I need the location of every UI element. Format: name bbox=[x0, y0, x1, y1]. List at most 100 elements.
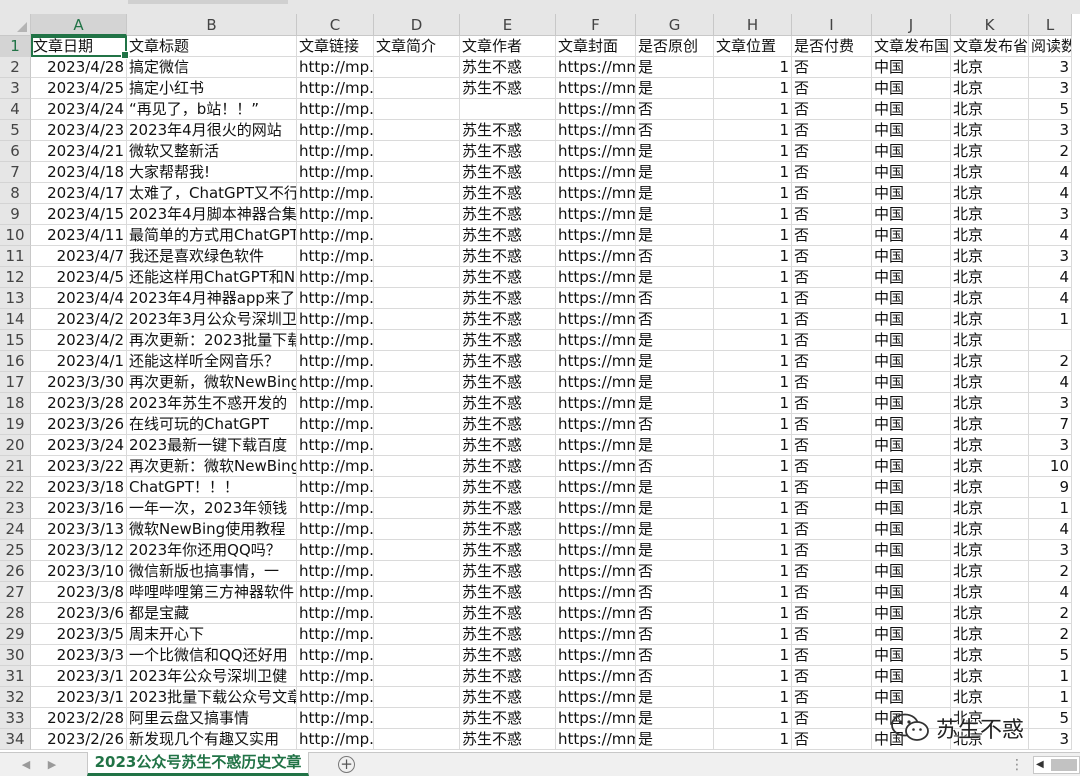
table-cell[interactable]: http://mp.weixin.qq.com bbox=[297, 708, 374, 729]
table-cell[interactable]: 1 bbox=[714, 57, 792, 78]
table-cell[interactable]: 2023/3/1 bbox=[31, 687, 127, 708]
row-header[interactable]: 27 bbox=[0, 582, 31, 603]
table-cell[interactable]: 否 bbox=[792, 666, 872, 687]
table-cell[interactable]: 否 bbox=[792, 309, 872, 330]
row-header[interactable]: 26 bbox=[0, 561, 31, 582]
table-cell[interactable]: http://mp.weixin.qq.com/s?__biz=M bbox=[297, 99, 374, 120]
table-cell[interactable]: 2023/4/25 bbox=[31, 78, 127, 99]
table-cell[interactable]: “再见了，b站！！” bbox=[127, 99, 297, 120]
table-cell[interactable]: 1 bbox=[714, 582, 792, 603]
table-cell[interactable]: http://mp.weixin.qq.com bbox=[297, 519, 374, 540]
table-cell[interactable]: 否 bbox=[636, 414, 714, 435]
table-cell[interactable]: 中国 bbox=[872, 561, 951, 582]
table-cell[interactable]: 否 bbox=[792, 645, 872, 666]
table-cell[interactable]: 2023最新一键下载百度 bbox=[127, 435, 297, 456]
table-cell[interactable]: http://mp.weixin.qq.com bbox=[297, 78, 374, 99]
table-cell[interactable]: 苏生不惑 bbox=[460, 309, 556, 330]
row-header[interactable]: 7 bbox=[0, 162, 31, 183]
sheet-tab-active[interactable]: 2023公众号苏生不惑历史文章 bbox=[87, 752, 309, 776]
table-cell[interactable]: 1 bbox=[714, 624, 792, 645]
table-cell[interactable]: http://mp.weixin.qq.com bbox=[297, 372, 374, 393]
table-cell[interactable]: 是 bbox=[636, 141, 714, 162]
table-cell[interactable]: 2023/4/7 bbox=[31, 246, 127, 267]
table-cell[interactable]: 3 bbox=[1029, 729, 1072, 750]
row-header[interactable]: 34 bbox=[0, 729, 31, 750]
table-cell[interactable]: http://mp.weixin.qq.com bbox=[297, 645, 374, 666]
table-cell[interactable]: 苏生不惑 bbox=[460, 498, 556, 519]
header-cell[interactable]: 文章作者 bbox=[460, 36, 556, 57]
table-cell[interactable]: 北京 bbox=[951, 120, 1029, 141]
table-cell[interactable]: 1 bbox=[714, 204, 792, 225]
header-cell[interactable]: 文章封面 bbox=[556, 36, 636, 57]
table-cell[interactable]: 是 bbox=[636, 183, 714, 204]
table-cell[interactable]: 中国 bbox=[872, 162, 951, 183]
table-cell[interactable]: 1 bbox=[714, 183, 792, 204]
table-cell[interactable]: 2023/4/2 bbox=[31, 309, 127, 330]
header-cell[interactable]: 文章简介 bbox=[374, 36, 460, 57]
table-cell[interactable]: http://mp.weixin.qq.com bbox=[297, 561, 374, 582]
table-cell[interactable]: 中国 bbox=[872, 456, 951, 477]
table-cell[interactable]: 2023/3/18 bbox=[31, 477, 127, 498]
table-cell[interactable]: 苏生不惑 bbox=[460, 666, 556, 687]
table-cell[interactable]: 北京 bbox=[951, 246, 1029, 267]
table-cell[interactable]: 1 bbox=[714, 708, 792, 729]
table-cell[interactable]: 2 bbox=[1029, 624, 1072, 645]
table-cell[interactable]: 苏生不惑 bbox=[460, 162, 556, 183]
row-header[interactable]: 16 bbox=[0, 351, 31, 372]
table-cell[interactable]: 苏生不惑 bbox=[460, 183, 556, 204]
table-cell[interactable]: https://mmbiz bbox=[556, 288, 636, 309]
table-cell[interactable]: 2023/4/15 bbox=[31, 204, 127, 225]
table-cell[interactable]: 2023年你还用QQ吗？ bbox=[127, 540, 297, 561]
table-cell[interactable]: 否 bbox=[792, 78, 872, 99]
table-cell[interactable]: 2023年4月脚本神器合集 bbox=[127, 204, 297, 225]
table-cell[interactable]: 中国 bbox=[872, 330, 951, 351]
table-cell[interactable] bbox=[374, 519, 460, 540]
next-sheet-icon[interactable]: ▶ bbox=[44, 757, 60, 773]
table-cell[interactable]: 2023/4/2 bbox=[31, 330, 127, 351]
table-cell[interactable]: https://mmbiz bbox=[556, 435, 636, 456]
table-cell[interactable]: http://mp.weixin.qq.com bbox=[297, 498, 374, 519]
table-cell[interactable]: http://mp.weixin.qq.com bbox=[297, 351, 374, 372]
table-cell[interactable]: 搞定微信 bbox=[127, 57, 297, 78]
table-cell[interactable]: 3 bbox=[1029, 435, 1072, 456]
table-cell[interactable]: 一个比微信和QQ还好用 bbox=[127, 645, 297, 666]
table-cell[interactable]: 北京 bbox=[951, 456, 1029, 477]
table-cell[interactable]: 北京 bbox=[951, 498, 1029, 519]
table-cell[interactable]: 苏生不惑 bbox=[460, 519, 556, 540]
table-cell[interactable] bbox=[374, 183, 460, 204]
table-cell[interactable]: 否 bbox=[792, 372, 872, 393]
table-cell[interactable] bbox=[374, 645, 460, 666]
table-cell[interactable]: 否 bbox=[792, 330, 872, 351]
table-cell[interactable]: 否 bbox=[636, 309, 714, 330]
table-cell[interactable]: 2023/3/13 bbox=[31, 519, 127, 540]
table-cell[interactable]: 北京 bbox=[951, 519, 1029, 540]
table-cell[interactable]: 4 bbox=[1029, 225, 1072, 246]
table-cell[interactable]: http://mp.weixin.qq.com bbox=[297, 666, 374, 687]
table-cell[interactable]: http://mp.weixin.qq.com bbox=[297, 225, 374, 246]
row-header[interactable]: 32 bbox=[0, 687, 31, 708]
table-cell[interactable]: 2023/3/24 bbox=[31, 435, 127, 456]
table-cell[interactable] bbox=[374, 729, 460, 750]
header-cell[interactable]: 文章标题 bbox=[127, 36, 297, 57]
table-cell[interactable]: 1 bbox=[714, 141, 792, 162]
table-cell[interactable]: 再次更新，微软NewBing bbox=[127, 372, 297, 393]
column-header-g[interactable]: G bbox=[636, 14, 714, 36]
table-cell[interactable]: http://mp.weixin.qq.com bbox=[297, 309, 374, 330]
table-cell[interactable]: 苏生不惑 bbox=[460, 603, 556, 624]
table-cell[interactable]: 苏生不惑 bbox=[460, 246, 556, 267]
table-cell[interactable]: 中国 bbox=[872, 477, 951, 498]
table-cell[interactable]: 否 bbox=[636, 120, 714, 141]
table-cell[interactable]: 1 bbox=[714, 162, 792, 183]
table-cell[interactable]: 否 bbox=[792, 393, 872, 414]
column-header-i[interactable]: I bbox=[792, 14, 872, 36]
table-cell[interactable]: 1 bbox=[714, 78, 792, 99]
table-cell[interactable]: http://mp.weixin.qq.com bbox=[297, 183, 374, 204]
table-cell[interactable]: 苏生不惑 bbox=[460, 561, 556, 582]
table-cell[interactable]: 2023/3/26 bbox=[31, 414, 127, 435]
table-cell[interactable]: 否 bbox=[636, 645, 714, 666]
table-cell[interactable]: 苏生不惑 bbox=[460, 645, 556, 666]
table-cell[interactable]: 中国 bbox=[872, 120, 951, 141]
table-cell[interactable]: 是 bbox=[636, 435, 714, 456]
table-cell[interactable]: 苏生不惑 bbox=[460, 225, 556, 246]
table-cell[interactable]: http://mp.weixin.qq.com bbox=[297, 393, 374, 414]
